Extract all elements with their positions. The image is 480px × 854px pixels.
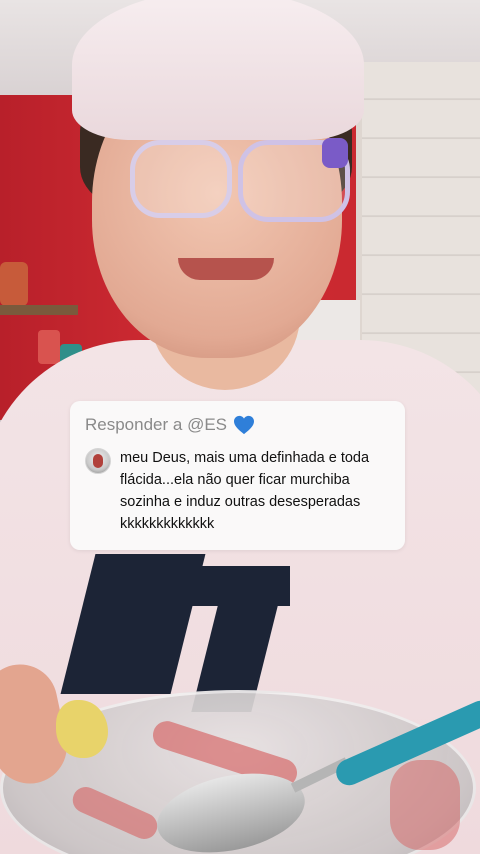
glasses-lens-left — [130, 140, 232, 218]
commenter-avatar[interactable] — [85, 448, 111, 474]
reply-header: Responder a @ES — [85, 415, 255, 435]
glasses-frame-tip — [322, 138, 348, 168]
person-mouth — [178, 258, 274, 280]
shelf-jar — [0, 262, 28, 306]
reply-comment-sticker[interactable]: Responder a @ES meu Deus, mais uma defin… — [70, 401, 405, 550]
reply-comment-text: meu Deus, mais uma definhada e toda flác… — [120, 450, 370, 532]
shirt-logo-shape — [182, 566, 290, 606]
person-cap — [72, 0, 364, 140]
food-smear — [390, 760, 460, 850]
shelf-jar — [38, 330, 60, 364]
blue-heart-icon — [234, 415, 255, 435]
reply-header-label: Responder a @ES — [85, 415, 228, 434]
shelf — [0, 305, 78, 315]
